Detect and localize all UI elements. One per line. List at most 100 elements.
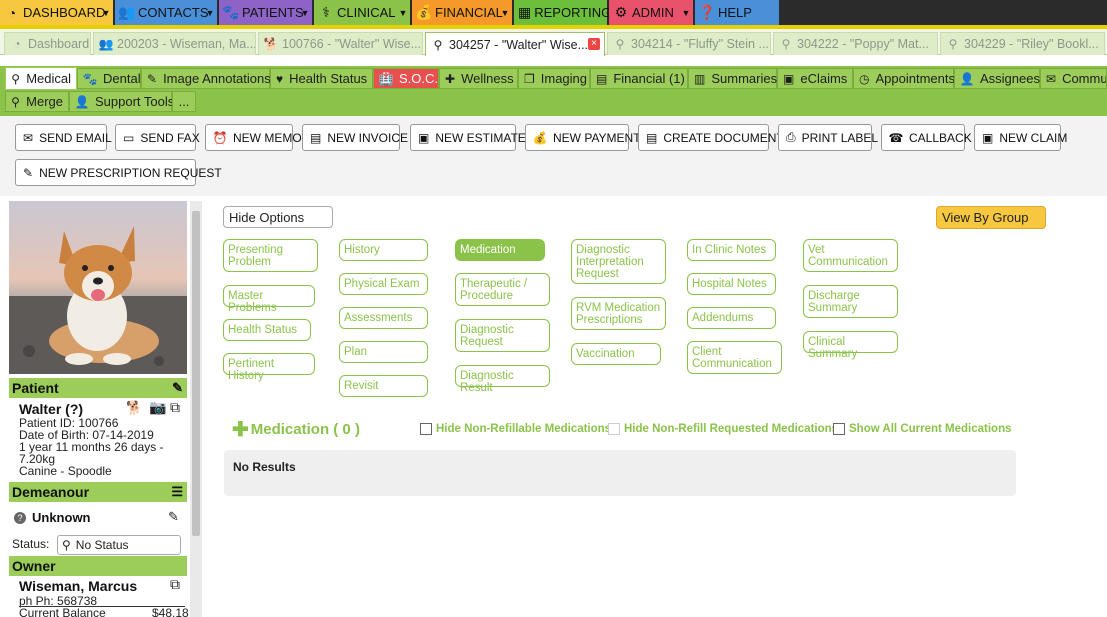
panel-scrollbar[interactable] xyxy=(190,201,202,617)
dog-icon: 🐕 xyxy=(126,400,143,415)
tab-label: Imaging xyxy=(540,71,588,86)
tab-dental[interactable]: 🐾 Dental xyxy=(77,68,141,89)
chip-health-status[interactable]: Health Status xyxy=(223,319,311,341)
new-payment-button[interactable]: 💰 NEW PAYMENT xyxy=(525,124,641,151)
nav-contacts[interactable]: 👥 CONTACTS ▼ xyxy=(115,0,217,25)
create-document-button[interactable]: ▤ CREATE DOCUMENT xyxy=(638,124,784,151)
hide-options-button[interactable]: Hide Options xyxy=(223,206,333,228)
tab-health-status[interactable]: ♥ Health Status xyxy=(270,68,373,89)
chevron-down-icon[interactable]: ▼ xyxy=(679,0,693,25)
send-fax-button[interactable]: ▭ SEND FAX xyxy=(115,124,200,151)
chip-physical-exam[interactable]: Physical Exam xyxy=(339,273,428,295)
chip-pertinent-history[interactable]: Pertinent History xyxy=(223,353,315,382)
new-prescription-request-button[interactable]: ✎ NEW PRESCRIPTION REQUEST xyxy=(15,159,222,186)
new-invoice-button[interactable]: ▤ NEW INVOICE xyxy=(302,124,408,151)
status-select[interactable]: ⚲ No Status xyxy=(57,535,181,555)
view-by-group-button[interactable]: View By Group xyxy=(936,206,1046,229)
tab-imaging[interactable]: ❐ Imaging xyxy=(518,68,590,89)
tab-more[interactable]: ... xyxy=(172,91,196,112)
chip-addendums[interactable]: Addendums xyxy=(687,307,776,329)
chip-clinical-summary[interactable]: Clinical Summary xyxy=(803,331,898,360)
chip-presenting-problem[interactable]: Presenting Problem xyxy=(223,239,318,272)
camera-icon[interactable]: 📷 xyxy=(149,399,166,416)
tab-financial[interactable]: ▤ Financial (1) xyxy=(590,68,688,89)
new-memo-button[interactable]: ⏰ NEW MEMO xyxy=(205,124,302,151)
hide-non-refill-requested-checkbox[interactable]: Hide Non-Refill Requested Medications xyxy=(608,423,838,435)
new-claim-button[interactable]: ▣ NEW CLAIM xyxy=(974,124,1067,151)
tab-assignees[interactable]: 👤 Assignees xyxy=(954,68,1040,89)
chip-rvm-medication-prescriptions[interactable]: RVM Medication Prescriptions xyxy=(571,297,666,330)
close-icon[interactable]: × xyxy=(588,38,600,50)
plus-icon[interactable]: ✚ xyxy=(232,417,249,442)
chevron-down-icon[interactable]: ▼ xyxy=(396,0,410,25)
edit-icon[interactable]: ✎ xyxy=(172,380,183,396)
chip-diagnostic-result[interactable]: Diagnostic Result xyxy=(455,365,550,394)
record-tab-consult[interactable]: ⚲ 304222 - "Poppy" Mat... xyxy=(773,32,938,55)
nav-dashboard[interactable]: ◔ DASHBOARD ▼ xyxy=(0,0,113,25)
tab-image-annotations[interactable]: ✎ Image Annotations xyxy=(141,68,271,89)
nav-patients[interactable]: 🐾 PATIENTS ▼ xyxy=(219,0,312,25)
record-tab-consult[interactable]: ⚲ 304229 - "Riley" Bookl... xyxy=(940,32,1105,55)
chip-diagnostic-request[interactable]: Diagnostic Request xyxy=(455,319,550,352)
record-tab-patient[interactable]: 🐕 100766 - "Walter" Wise... xyxy=(258,32,423,55)
chip-revisit[interactable]: Revisit xyxy=(339,375,428,397)
heart-icon: ♥ xyxy=(276,71,284,86)
tab-appointments[interactable]: ◷ Appointments xyxy=(853,68,955,89)
chip-master-problems[interactable]: Master Problems xyxy=(223,285,315,314)
chip-discharge-summary[interactable]: Discharge Summary xyxy=(803,285,898,318)
chevron-down-icon[interactable]: ▼ xyxy=(498,0,512,25)
chip-client-communication[interactable]: Client Communication xyxy=(687,341,782,374)
chip-vet-communication[interactable]: Vet Communication xyxy=(803,239,898,272)
record-tab-contact[interactable]: 👥 200203 - Wiseman, Ma... xyxy=(93,32,256,55)
chip-plan[interactable]: Plan xyxy=(339,341,428,363)
print-label-button[interactable]: ⎙ PRINT LABEL xyxy=(778,124,878,151)
open-record-icon[interactable]: ⧉ xyxy=(170,399,180,416)
stethoscope-icon: ⚲ xyxy=(433,37,443,52)
phone-book-icon: ☎ xyxy=(888,130,904,145)
nav-reporting[interactable]: ▦ REPORTING xyxy=(514,0,611,25)
hide-non-refillable-checkbox[interactable]: Hide Non-Refillable Medications xyxy=(420,423,611,435)
chevron-down-icon[interactable]: ▼ xyxy=(203,0,217,25)
nav-admin[interactable]: ⚙ ADMIN ▼ xyxy=(609,0,693,25)
chip-diagnostic-interpretation-request[interactable]: Diagnostic Interpretation Request xyxy=(571,239,666,284)
new-estimate-button[interactable]: ▣ NEW ESTIMATE xyxy=(410,124,526,151)
show-all-current-checkbox[interactable]: Show All Current Medications xyxy=(833,423,1012,435)
record-tab-consult-active[interactable]: ⚲ 304257 - "Walter" Wise... × xyxy=(425,32,605,56)
tab-soc[interactable]: 🏥 S.O.C. xyxy=(373,68,439,89)
chevron-down-icon[interactable]: ▼ xyxy=(99,0,113,25)
record-tab-dashboard[interactable]: ◔ Dashboard xyxy=(4,32,91,55)
tab-label: Dental xyxy=(103,71,141,86)
nav-clinical[interactable]: ⚕ CLINICAL ▼ xyxy=(314,0,410,25)
nav-financial[interactable]: 💰 FINANCIAL ▼ xyxy=(412,0,512,25)
tab-medical[interactable]: ⚲ Medical xyxy=(5,67,77,90)
medication-add-title[interactable]: ✚ Medication ( 0 ) xyxy=(232,417,360,442)
chip-history[interactable]: History xyxy=(339,239,428,261)
open-record-icon[interactable]: ⧉ xyxy=(170,576,180,593)
chip-therapeutic-procedure[interactable]: Therapeutic / Procedure xyxy=(455,273,550,306)
chip-assessments[interactable]: Assessments xyxy=(339,307,428,329)
checkbox-box[interactable] xyxy=(833,423,845,435)
tab-summaries[interactable]: ▥ Summaries xyxy=(688,68,777,89)
demeanour-header: Demeanour ☰ xyxy=(9,482,187,502)
chevron-down-icon[interactable]: ▼ xyxy=(298,0,312,25)
edit-icon[interactable]: ✎ xyxy=(168,509,179,525)
images-icon: ❐ xyxy=(524,71,535,86)
tab-merge[interactable]: ⚲ Merge xyxy=(5,91,69,112)
tab-wellness[interactable]: ✚ Wellness xyxy=(439,68,518,89)
scrollbar-thumb[interactable] xyxy=(192,211,200,536)
contacts-icon: 👥 xyxy=(98,37,114,51)
tab-communications[interactable]: ✉ Commu xyxy=(1040,68,1107,89)
send-email-button[interactable]: ✉ SEND EMAIL xyxy=(15,124,112,151)
tab-support-tools[interactable]: 👤 Support Tools xyxy=(69,91,174,112)
list-icon[interactable]: ☰ xyxy=(171,484,183,500)
chip-in-clinic-notes[interactable]: In Clinic Notes xyxy=(687,239,776,261)
chip-medication[interactable]: Medication xyxy=(455,239,545,261)
nav-help[interactable]: ❓ HELP xyxy=(695,0,779,25)
callback-button[interactable]: ☎ CALLBACK xyxy=(881,124,972,151)
record-tab-consult[interactable]: ⚲ 304214 - "Fluffy" Stein ... xyxy=(607,32,771,55)
checkbox-box[interactable] xyxy=(608,423,620,435)
chip-vaccination[interactable]: Vaccination xyxy=(571,343,661,365)
tab-eclaims[interactable]: ▣ eClaims xyxy=(777,68,853,89)
checkbox-box[interactable] xyxy=(420,423,432,435)
chip-hospital-notes[interactable]: Hospital Notes xyxy=(687,273,776,295)
